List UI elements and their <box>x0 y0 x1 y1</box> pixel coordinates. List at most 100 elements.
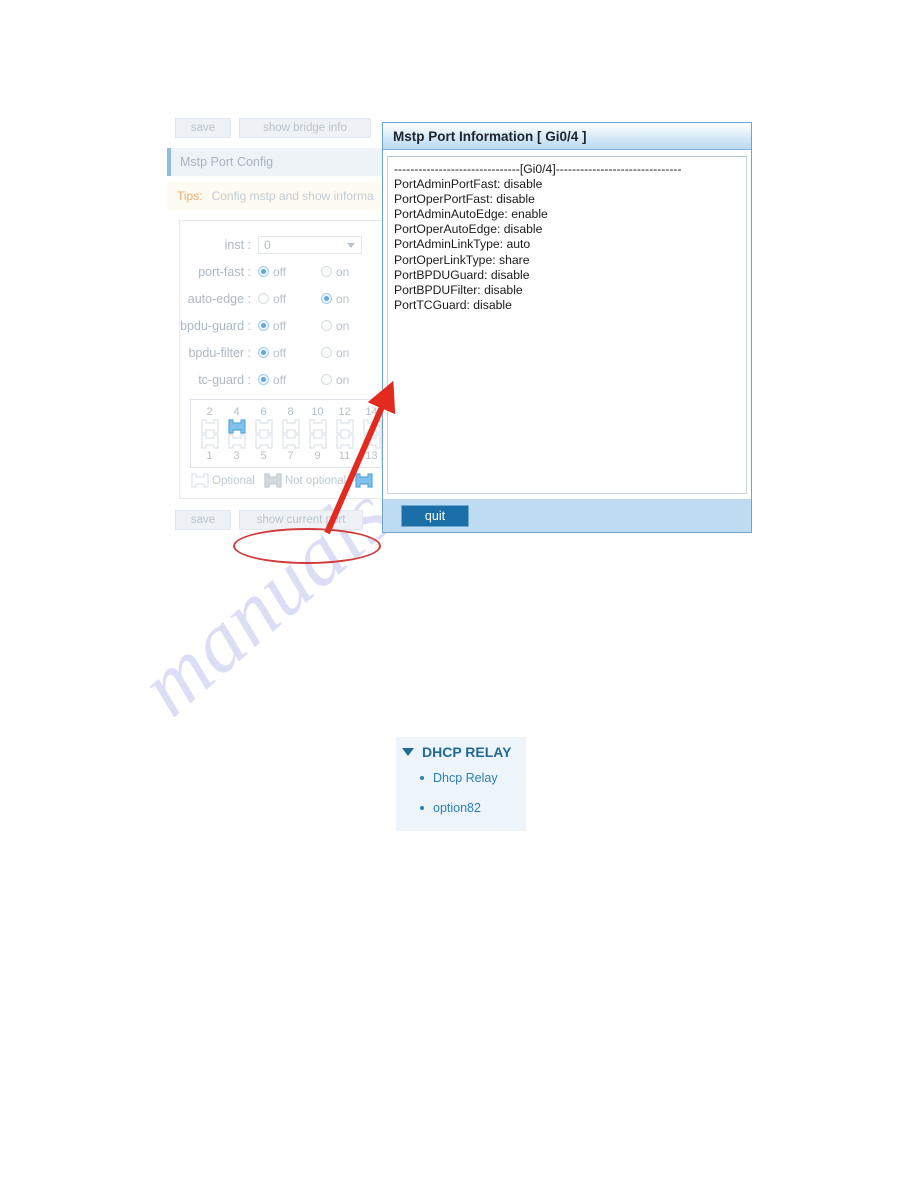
dhcp-relay-header-label: DHCP RELAY <box>422 744 512 760</box>
bpdu-guard-radio-on[interactable] <box>321 320 332 331</box>
auto-edge-radio-off[interactable] <box>258 293 269 304</box>
port-fast-radio-off[interactable] <box>258 266 269 277</box>
port-jack-14[interactable] <box>358 419 381 434</box>
output-line: PortOperPortFast: disable <box>394 192 535 207</box>
port-grid-top-jacks <box>196 419 381 434</box>
bpdu-guard-label: bpdu-guard : <box>180 318 251 333</box>
port-number: 10 <box>311 406 324 418</box>
port-jack-8[interactable] <box>277 419 304 434</box>
port-grid[interactable]: 2 4 6 8 10 12 14 1 3 5 7 9 11 13 <box>190 399 382 468</box>
menu-item-label: Dhcp Relay <box>433 771 498 785</box>
dhcp-relay-menu: DHCP RELAY Dhcp Relay option82 <box>396 737 526 831</box>
show-bridge-info-button[interactable]: show bridge info <box>239 118 371 138</box>
menu-item-dhcp-relay[interactable]: Dhcp Relay <box>396 763 526 793</box>
port-number: 6 <box>260 406 267 418</box>
output-line: PortAdminLinkType: auto <box>394 237 531 252</box>
port-jack-4[interactable] <box>223 419 250 434</box>
port-jack-5[interactable] <box>250 434 277 449</box>
bpdu-filter-on-label: on <box>336 345 350 360</box>
output-line: PortAdminAutoEdge: enable <box>394 207 548 222</box>
port-number: 14 <box>365 406 378 418</box>
inst-label: inst : <box>224 237 251 252</box>
port-jack-11[interactable] <box>331 434 358 449</box>
form-row-inst: inst : 0 <box>180 231 385 258</box>
output-line: PortBPDUGuard: disable <box>394 267 530 282</box>
menu-item-label: option82 <box>433 801 481 815</box>
bottom-button-row: save show current port <box>175 510 385 530</box>
port-number: 13 <box>365 450 378 462</box>
menu-item-option82[interactable]: option82 <box>396 793 526 823</box>
legend-item-optional: Optional <box>190 473 255 488</box>
port-grid-top-numbers: 2 4 6 8 10 12 14 <box>196 405 378 419</box>
annotation-ellipse <box>233 528 381 564</box>
tc-guard-off-label: off <box>273 372 287 387</box>
output-line: -------------------------------[Gi0/4]--… <box>394 162 682 176</box>
port-legend: Optional Not optional <box>190 473 396 488</box>
port-jack-13[interactable] <box>358 434 381 449</box>
port-jack-1[interactable] <box>196 434 223 449</box>
bpdu-guard-radio-group: off on <box>258 319 358 333</box>
inst-select[interactable]: 0 <box>258 235 362 254</box>
port-jack-6[interactable] <box>250 419 277 434</box>
output-line: PortTCGuard: disable <box>394 297 512 312</box>
bpdu-filter-off-label: off <box>273 345 287 360</box>
port-grid-bottom-numbers: 1 3 5 7 9 11 13 <box>196 449 378 463</box>
mstp-port-config-panel: save show bridge info Mstp Port Config T… <box>167 118 385 530</box>
port-fast-on-label: on <box>336 264 350 279</box>
jack-optional-icon <box>190 473 210 488</box>
auto-edge-on-label: on <box>336 291 350 306</box>
port-jack-12[interactable] <box>331 419 358 434</box>
tc-guard-radio-off[interactable] <box>258 374 269 385</box>
dhcp-relay-header[interactable]: DHCP RELAY <box>396 741 526 763</box>
port-jack-10[interactable] <box>304 419 331 434</box>
bpdu-guard-on-label: on <box>336 318 350 333</box>
save-button-bottom[interactable]: save <box>175 510 231 530</box>
form-row-port-fast: port-fast : off on <box>180 258 385 285</box>
port-jack-9[interactable] <box>304 434 331 449</box>
triangle-down-icon[interactable] <box>402 748 414 756</box>
tips-label: Tips: <box>177 189 203 203</box>
port-number: 8 <box>287 406 294 418</box>
auto-edge-off-label: off <box>273 291 287 306</box>
bpdu-guard-radio-off[interactable] <box>258 320 269 331</box>
bpdu-filter-radio-off[interactable] <box>258 347 269 358</box>
legend-item-not-optional: Not optional <box>263 473 346 488</box>
output-line: PortOperLinkType: share <box>394 252 530 267</box>
bpdu-guard-off-label: off <box>273 318 287 333</box>
legend-label-not-optional: Not optional <box>284 474 347 487</box>
port-number: 7 <box>287 450 294 462</box>
port-jack-7[interactable] <box>277 434 304 449</box>
tc-guard-radio-on[interactable] <box>321 374 332 385</box>
tips-bar: Tips: Config mstp and show informa <box>167 182 385 210</box>
port-number: 4 <box>233 406 240 418</box>
port-jack-3[interactable] <box>223 434 250 449</box>
bpdu-filter-radio-on[interactable] <box>321 347 332 358</box>
show-current-port-button[interactable]: show current port <box>239 510 363 530</box>
dialog-footer: quit <box>383 498 751 532</box>
output-line: PortBPDUFilter: disable <box>394 282 523 297</box>
dialog-body: -------------------------------[Gi0/4]--… <box>383 150 751 498</box>
save-button-top[interactable]: save <box>175 118 231 138</box>
bpdu-filter-label: bpdu-filter : <box>188 345 251 360</box>
form-row-bpdu-filter: bpdu-filter : off on <box>180 339 385 366</box>
bullet-icon <box>420 806 424 810</box>
mstp-port-information-dialog: Mstp Port Information [ Gi0/4 ] --------… <box>382 122 752 533</box>
port-number: 12 <box>338 406 351 418</box>
port-fast-off-label: off <box>273 264 287 279</box>
jack-selected-icon <box>354 473 374 488</box>
chevron-down-icon <box>347 242 355 248</box>
tc-guard-on-label: on <box>336 372 350 387</box>
top-button-row: save show bridge info <box>167 118 385 140</box>
port-fast-radio-on[interactable] <box>321 266 332 277</box>
auto-edge-radio-on[interactable] <box>321 293 332 304</box>
bpdu-filter-radio-group: off on <box>258 346 358 360</box>
legend-item-selected <box>354 473 376 488</box>
quit-button[interactable]: quit <box>401 504 469 527</box>
port-jack-2[interactable] <box>196 419 223 434</box>
jack-not-optional-icon <box>263 473 283 488</box>
dialog-title: Mstp Port Information [ Gi0/4 ] <box>383 123 751 150</box>
form-row-bpdu-guard: bpdu-guard : off on <box>180 312 385 339</box>
dialog-output-textarea[interactable]: -------------------------------[Gi0/4]--… <box>387 156 747 494</box>
tc-guard-label: tc-guard : <box>198 372 251 387</box>
port-number: 11 <box>338 450 351 462</box>
